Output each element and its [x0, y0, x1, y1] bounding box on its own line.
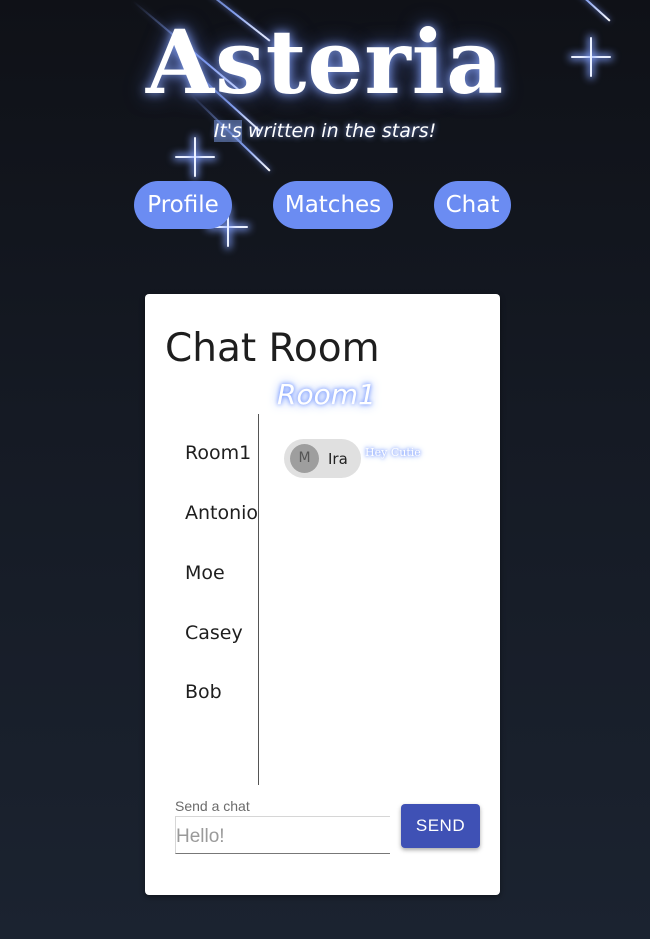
room-item-moe[interactable]: Moe — [185, 562, 225, 584]
room-item-room1[interactable]: Room1 — [185, 442, 251, 464]
send-button[interactable]: SEND — [401, 804, 480, 848]
nav-matches-button[interactable]: Matches — [273, 181, 393, 229]
chat-card: Chat Room Room1 Room1 Antonio Moe Casey … — [145, 294, 500, 895]
tagline-rest: written in the stars! — [241, 120, 437, 142]
room-item-bob[interactable]: Bob — [185, 681, 222, 703]
avatar: M — [290, 444, 319, 473]
sparkle-icon — [175, 137, 215, 177]
message-text: Hey Cutie — [365, 446, 421, 459]
message-item: M Ira Hey Cutie — [284, 439, 421, 478]
chat-input-label: Send a chat — [175, 798, 250, 814]
active-room-title: Room1 — [277, 378, 376, 411]
chat-input[interactable] — [175, 816, 390, 854]
sender-chip[interactable]: M Ira — [284, 439, 361, 478]
tagline: It's written in the stars! — [0, 120, 650, 142]
tagline-highlight: It's — [213, 120, 242, 142]
room-list: Room1 Antonio Moe Casey Bob — [145, 414, 259, 785]
nav-chat-button[interactable]: Chat — [434, 181, 511, 229]
page-title: Chat Room — [165, 326, 380, 371]
sender-name: Ira — [328, 449, 348, 468]
room-item-casey[interactable]: Casey — [185, 622, 243, 644]
brand-logo: Asteria — [145, 10, 505, 114]
nav-profile-button[interactable]: Profile — [134, 181, 232, 229]
room-item-antonio[interactable]: Antonio — [185, 502, 258, 524]
